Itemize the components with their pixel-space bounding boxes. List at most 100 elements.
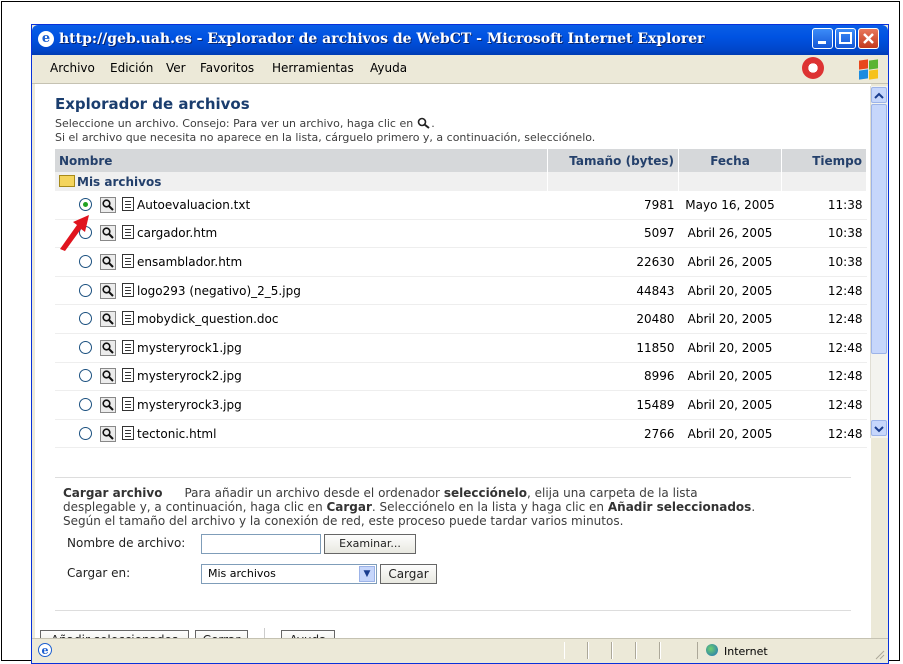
file-date: Abril 20, 2005	[678, 390, 782, 420]
resize-grip-icon[interactable]	[873, 648, 885, 660]
minimize-button[interactable]	[812, 28, 833, 49]
folder-icon	[59, 174, 75, 187]
filename-input[interactable]	[201, 534, 321, 554]
file-date: Abril 20, 2005	[678, 419, 782, 449]
file-name: mysteryrock1.jpg	[137, 340, 242, 355]
select-radio[interactable]	[79, 369, 92, 383]
search-icon	[102, 370, 114, 383]
menu-ver[interactable]: Ver	[166, 61, 186, 75]
file-name: logo293 (negativo)_2_5.jpg	[137, 283, 301, 298]
file-date: Abril 20, 2005	[678, 276, 782, 306]
file-date: Abril 26, 2005	[678, 219, 782, 249]
search-icon	[417, 117, 430, 129]
view-file-button[interactable]	[100, 253, 116, 270]
table-row[interactable]: mysteryrock3.jpg 15489 Abril 20, 2005 12:48	[55, 390, 867, 420]
col-header-time[interactable]: Tiempo	[781, 149, 867, 172]
page-content: Explorador de archivos Seleccione un arc…	[35, 84, 871, 639]
select-radio[interactable]	[79, 340, 92, 354]
search-icon	[102, 313, 114, 325]
search-icon	[102, 427, 114, 440]
view-file-button[interactable]	[100, 339, 116, 356]
search-icon	[102, 284, 114, 297]
page-title: Explorador de archivos	[55, 95, 250, 113]
table-row[interactable]: tectonic.html 2766 Abril 20, 2005 12:48	[55, 419, 867, 449]
file-time: 12:48	[781, 304, 867, 334]
close-icon	[863, 33, 874, 44]
view-file-button[interactable]	[100, 225, 116, 242]
upload-desc-2: desplegable y, a continuación, haga clic…	[63, 500, 756, 514]
view-file-button[interactable]	[100, 311, 116, 328]
file-size: 22630	[547, 247, 679, 277]
status-cell	[588, 642, 612, 659]
col-header-name[interactable]: Nombre	[55, 149, 548, 172]
select-radio[interactable]	[79, 397, 92, 411]
scroll-up-button[interactable]	[871, 87, 887, 103]
table-row[interactable]: ensamblador.htm 22630 Abril 26, 2005 10:38	[55, 247, 867, 277]
search-icon	[102, 199, 114, 211]
select-radio[interactable]	[79, 197, 92, 211]
file-time: 12:48	[781, 419, 867, 449]
document-icon	[122, 225, 134, 240]
menu-herramientas[interactable]: Herramientas	[272, 61, 354, 75]
file-size: 2766	[547, 419, 679, 449]
upload-button[interactable]: Cargar	[380, 564, 437, 584]
document-icon	[122, 196, 134, 211]
file-time: 10:38	[781, 247, 867, 277]
upload-desc-3: Según el tamaño del archivo y la conexió…	[63, 514, 624, 528]
file-name: cargador.htm	[137, 226, 218, 241]
file-size: 11850	[547, 333, 679, 363]
table-row[interactable]: cargador.htm 5097 Abril 26, 2005 10:38	[55, 219, 867, 249]
select-radio[interactable]	[79, 312, 92, 326]
col-header-size[interactable]: Tamaño (bytes)	[547, 149, 679, 172]
table-row[interactable]: mysteryrock1.jpg 11850 Abril 20, 2005 12:48	[55, 333, 867, 363]
view-file-button[interactable]	[100, 396, 116, 413]
file-time: 12:48	[781, 276, 867, 306]
col-header-date[interactable]: Fecha	[678, 149, 782, 172]
close-window-button[interactable]	[858, 28, 879, 49]
file-name: Autoevaluacion.txt	[137, 197, 251, 212]
vertical-scrollbar[interactable]	[870, 86, 888, 438]
file-name: mobydick_question.doc	[137, 312, 279, 327]
select-radio[interactable]	[79, 254, 92, 268]
file-name: tectonic.html	[137, 426, 217, 441]
select-radio[interactable]	[79, 283, 92, 297]
file-date: Mayo 16, 2005	[678, 191, 782, 220]
file-date: Abril 20, 2005	[678, 333, 782, 363]
file-size: 8996	[547, 362, 679, 392]
document-icon	[122, 339, 134, 354]
maximize-icon	[839, 32, 852, 44]
document-icon	[122, 425, 134, 440]
ie-icon: e	[38, 31, 54, 47]
view-file-button[interactable]	[100, 196, 116, 213]
pdf-icon[interactable]	[802, 57, 824, 79]
menu-archivo[interactable]: Archivo	[50, 61, 95, 75]
scroll-down-button[interactable]	[871, 420, 887, 436]
file-time: 12:48	[781, 333, 867, 363]
status-cell	[612, 642, 636, 659]
browse-button[interactable]: Examinar...	[324, 534, 416, 554]
menu-edicion[interactable]: Edición	[110, 61, 153, 75]
view-file-button[interactable]	[100, 282, 116, 299]
hint-line-1: Seleccione un archivo. Consejo: Para ver…	[55, 117, 435, 130]
folder-row[interactable]: Mis archivos	[55, 172, 867, 191]
file-time: 10:38	[781, 219, 867, 249]
table-row[interactable]: Autoevaluacion.txt 7981 Mayo 16, 2005 11:38	[55, 191, 867, 220]
title-bar[interactable]: e http://geb.uah.es - Explorador de arch…	[32, 25, 888, 55]
menu-favoritos[interactable]: Favoritos	[200, 61, 254, 75]
table-row[interactable]: mysteryrock2.jpg 8996 Abril 20, 2005 12:48	[55, 362, 867, 392]
table-row[interactable]: logo293 (negativo)_2_5.jpg 44843 Abril 20,…	[55, 276, 867, 306]
window-title: http://geb.uah.es - Explorador de archiv…	[59, 31, 705, 47]
menu-ayuda[interactable]: Ayuda	[370, 61, 407, 75]
view-file-button[interactable]	[100, 368, 116, 385]
file-date: Abril 20, 2005	[678, 304, 782, 334]
maximize-button[interactable]	[835, 28, 856, 49]
file-size: 5097	[547, 219, 679, 249]
upload-to-select[interactable]: Mis archivos ▼	[201, 564, 377, 584]
select-radio[interactable]	[79, 426, 92, 440]
file-table: Nombre Tamaño (bytes) Fecha Tiempo Mis a…	[55, 149, 867, 449]
scroll-thumb[interactable]	[871, 104, 887, 354]
table-row[interactable]: mobydick_question.doc 20480 Abril 20, 2005…	[55, 304, 867, 334]
chevron-down-icon	[874, 426, 884, 433]
chevron-down-icon[interactable]: ▼	[359, 566, 375, 582]
view-file-button[interactable]	[100, 425, 116, 442]
